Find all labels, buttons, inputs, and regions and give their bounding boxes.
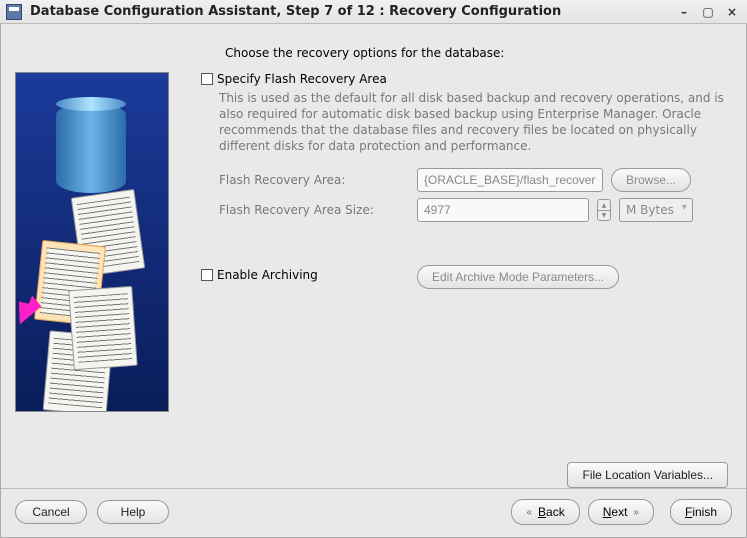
size-unit-select[interactable]: M Bytes bbox=[619, 198, 693, 222]
checkbox-label: Enable Archiving bbox=[217, 268, 318, 282]
edit-archive-params-button[interactable]: Edit Archive Mode Parameters... bbox=[417, 265, 619, 289]
size-unit-value: M Bytes bbox=[626, 203, 674, 217]
close-button[interactable]: × bbox=[723, 5, 741, 19]
maximize-button[interactable]: ▢ bbox=[699, 5, 717, 19]
page-graphic bbox=[68, 286, 137, 370]
file-location-row: File Location Variables... bbox=[1, 456, 746, 488]
next-label: Next bbox=[603, 505, 628, 519]
flash-recovery-area-label: Flash Recovery Area: bbox=[219, 173, 409, 187]
content-area: Choose the recovery options for the data… bbox=[1, 24, 746, 456]
spinner-up-button[interactable]: ▲ bbox=[597, 199, 611, 210]
file-location-variables-button[interactable]: File Location Variables... bbox=[567, 462, 728, 488]
flash-recovery-description: This is used as the default for all disk… bbox=[219, 90, 728, 154]
app-icon bbox=[6, 4, 22, 20]
chevron-left-icon: « bbox=[526, 507, 532, 518]
specify-flash-recovery-checkbox[interactable]: Specify Flash Recovery Area bbox=[201, 72, 732, 86]
titlebar: Database Configuration Assistant, Step 7… bbox=[0, 0, 747, 24]
flash-recovery-size-input[interactable] bbox=[417, 198, 589, 222]
window-body: Choose the recovery options for the data… bbox=[0, 24, 747, 538]
next-button[interactable]: Next » bbox=[588, 499, 654, 525]
enable-archiving-checkbox[interactable]: Enable Archiving bbox=[201, 268, 409, 282]
checkbox-label: Specify Flash Recovery Area bbox=[217, 72, 387, 86]
flash-recovery-size-label: Flash Recovery Area Size: bbox=[219, 203, 409, 217]
main-column: Choose the recovery options for the data… bbox=[185, 46, 732, 446]
checkbox-icon bbox=[201, 73, 213, 85]
size-spinner: ▲ ▼ bbox=[597, 199, 611, 221]
wizard-side-image bbox=[15, 72, 169, 412]
flash-recovery-area-row: Flash Recovery Area: Browse... bbox=[219, 168, 732, 192]
finish-label: Finish bbox=[685, 505, 717, 519]
back-label: Back bbox=[538, 505, 565, 519]
wizard-footer: Cancel Help « Back Next » Finish bbox=[1, 488, 746, 537]
minimize-button[interactable]: – bbox=[675, 5, 693, 19]
flash-recovery-section: Specify Flash Recovery Area This is used… bbox=[201, 72, 732, 228]
checkbox-icon bbox=[201, 269, 213, 281]
browse-button[interactable]: Browse... bbox=[611, 168, 691, 192]
flash-recovery-size-row: Flash Recovery Area Size: ▲ ▼ M Bytes bbox=[219, 198, 732, 222]
spinner-down-button[interactable]: ▼ bbox=[597, 210, 611, 221]
chevron-right-icon: » bbox=[633, 507, 639, 518]
finish-button[interactable]: Finish bbox=[670, 499, 732, 525]
flash-recovery-area-input[interactable] bbox=[417, 168, 603, 192]
back-button[interactable]: « Back bbox=[511, 499, 579, 525]
database-icon bbox=[56, 103, 126, 193]
window-title: Database Configuration Assistant, Step 7… bbox=[30, 4, 675, 19]
cancel-button[interactable]: Cancel bbox=[15, 500, 87, 524]
archiving-section: Enable Archiving Edit Archive Mode Param… bbox=[201, 262, 732, 295]
help-button[interactable]: Help bbox=[97, 500, 169, 524]
intro-text: Choose the recovery options for the data… bbox=[225, 46, 732, 60]
